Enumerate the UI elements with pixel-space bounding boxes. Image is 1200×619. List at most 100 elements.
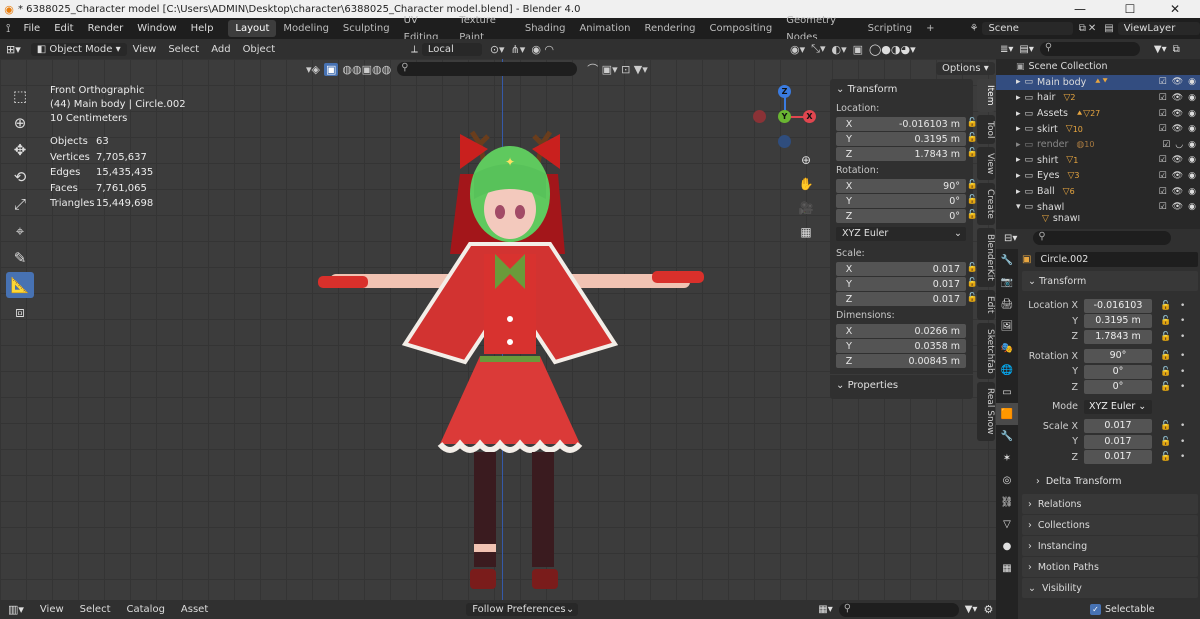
mode-selector-icon[interactable]: ◧ Object Mode ▾ bbox=[30, 42, 127, 56]
render-icon[interactable]: ◉ bbox=[1188, 109, 1196, 119]
eye-icon[interactable]: 👁 bbox=[1172, 187, 1183, 197]
view-layer-icon[interactable]: ▤ bbox=[1104, 23, 1113, 34]
pivot-icon[interactable]: ⊙▾ bbox=[490, 43, 505, 56]
tab-layout[interactable]: Layout bbox=[228, 20, 277, 37]
keyframe-dot-icon[interactable]: • bbox=[1180, 301, 1185, 311]
overlay-toggle-icon[interactable]: ◐▾ bbox=[831, 43, 846, 56]
render-icon[interactable]: ◉ bbox=[1188, 140, 1196, 150]
bottom-menu-asset[interactable]: Asset bbox=[173, 604, 216, 615]
rotate-icon[interactable]: ⟲ bbox=[6, 164, 34, 190]
expand-arrow-icon[interactable]: ▸ bbox=[1016, 109, 1021, 119]
location-x-field[interactable]: X -0.016103 m 🔓 bbox=[836, 117, 978, 131]
render-icon[interactable]: ◉ bbox=[1188, 93, 1196, 103]
editor-type-icon[interactable]: ⊞▾ bbox=[0, 43, 27, 56]
menu-edit[interactable]: Edit bbox=[47, 18, 80, 39]
menu-help[interactable]: Help bbox=[184, 18, 221, 39]
tab-sketchfab[interactable]: Sketchfab bbox=[977, 322, 995, 380]
checkbox-icon[interactable]: ☑ bbox=[1159, 187, 1167, 197]
keyframe-dot-icon[interactable]: • bbox=[1180, 452, 1185, 462]
menu-object[interactable]: Object bbox=[237, 44, 282, 55]
filter-icons[interactable]: ◍◍▣◍◍ bbox=[342, 63, 391, 76]
outliner-item-render[interactable]: ▸ ▭ render ◍ 10 ☑ ◡ ◉ bbox=[996, 137, 1200, 153]
menu-view[interactable]: View bbox=[127, 44, 163, 55]
prop-rotation-y[interactable]: Y 0° 🔓 • bbox=[1020, 364, 1200, 380]
expand-arrow-icon[interactable]: ▸ bbox=[1016, 124, 1021, 134]
tab-rendering[interactable]: Rendering bbox=[637, 20, 702, 37]
location-y-field[interactable]: Y 0.3195 m 🔓 bbox=[836, 132, 978, 146]
render-icon[interactable]: ◉ bbox=[1188, 202, 1196, 212]
outliner-item-shawl[interactable]: ▾ ▭ shawl ☑ 👁 ◉ bbox=[996, 199, 1200, 215]
filter-object-types-icon[interactable]: ▾◈ bbox=[306, 63, 320, 76]
mode-selector[interactable]: Object Mode bbox=[49, 44, 112, 55]
render-icon[interactable]: ◉ bbox=[1188, 187, 1196, 197]
gizmo-x-icon[interactable]: X bbox=[803, 110, 816, 123]
world-tab-icon[interactable]: 🌐 bbox=[996, 359, 1018, 381]
dimensions-y-field[interactable]: Y 0.0358 m bbox=[836, 339, 966, 353]
relations-section[interactable]: › Relations bbox=[1022, 494, 1198, 514]
location-z-field[interactable]: Z 1.7843 m 🔓 bbox=[836, 147, 978, 161]
keyframe-dot-icon[interactable]: • bbox=[1180, 351, 1185, 361]
outliner-item-skirt[interactable]: ▸ ▭ skirt ▽ 10 ☑ 👁 ◉ bbox=[996, 121, 1200, 137]
properties-search-input[interactable]: ⚲ bbox=[1033, 231, 1172, 245]
data-tab-icon[interactable]: ▽ bbox=[996, 513, 1018, 535]
maximize-button[interactable]: ☐ bbox=[1110, 0, 1150, 18]
view-layer-selector[interactable]: ViewLayer bbox=[1117, 22, 1200, 35]
selectable-row[interactable]: ✓ Selectable bbox=[1020, 599, 1200, 619]
checkbox-icon[interactable]: ☑ bbox=[1159, 93, 1167, 103]
select-box-icon[interactable]: ⬚ bbox=[6, 83, 34, 109]
scene-icon[interactable]: ⚘ bbox=[969, 23, 978, 34]
outliner-item-main-body[interactable]: ▸ ▭ Main body ⯅⯆ ☑ 👁 ◉ bbox=[996, 74, 1200, 91]
prop-location-z[interactable]: Z 1.7843 m 🔓 • bbox=[1020, 329, 1200, 345]
rotation-x-field[interactable]: X 90° 🔓 bbox=[836, 179, 978, 193]
gizmo-y-icon[interactable]: Y bbox=[778, 110, 791, 123]
viewport-search-input[interactable]: ⚲ bbox=[397, 62, 578, 76]
checkbox-icon[interactable]: ☑ bbox=[1159, 77, 1167, 87]
outliner-search-input[interactable]: ⚲ bbox=[1039, 42, 1140, 56]
zoom-icon[interactable]: ⊕ bbox=[795, 149, 817, 171]
properties-editor-icon[interactable]: ⊟▾ bbox=[1004, 233, 1017, 244]
object-name-field[interactable]: Circle.002 bbox=[1035, 251, 1198, 267]
blender-menu-icon[interactable]: ⟟ bbox=[0, 21, 16, 36]
tab-animation[interactable]: Animation bbox=[572, 20, 637, 37]
tab-sculpting[interactable]: Sculpting bbox=[336, 20, 397, 37]
collapse-arrow-icon[interactable]: ▾ bbox=[1016, 202, 1021, 212]
render-icon[interactable]: ◉ bbox=[1188, 124, 1196, 134]
proportional-edit-icon[interactable]: ◉ ◠ bbox=[531, 43, 554, 56]
prop-value[interactable]: -0.016103 bbox=[1084, 298, 1152, 313]
eye-icon[interactable]: 👁 bbox=[1172, 124, 1183, 134]
scene-collection-row[interactable]: ▣ Scene Collection bbox=[996, 59, 1200, 75]
lock-icon[interactable]: 🔓 bbox=[1160, 332, 1171, 342]
particles-tab-icon[interactable]: ✶ bbox=[996, 447, 1018, 469]
visibility-section[interactable]: ⌄ Visibility bbox=[1022, 578, 1198, 598]
new-collection-icon[interactable]: ⧉ bbox=[1173, 44, 1180, 55]
outliner-item-ball[interactable]: ▸ ▭ Ball ▽ 6 ☑ 👁 ◉ bbox=[996, 184, 1200, 200]
expand-arrow-icon[interactable]: ▸ bbox=[1016, 77, 1021, 87]
outliner-item-hair[interactable]: ▸ ▭ hair ▽ 2 ☑ 👁 ◉ bbox=[996, 90, 1200, 106]
menu-window[interactable]: Window bbox=[130, 18, 183, 39]
outliner-editor-icon[interactable]: ≣▾ bbox=[1000, 44, 1013, 55]
tab-compositing[interactable]: Compositing bbox=[703, 20, 780, 37]
settings-gear-icon[interactable]: ⚙ bbox=[983, 603, 993, 616]
add-cube-icon[interactable]: ⧈ bbox=[6, 299, 34, 325]
prop-location-y[interactable]: Y 0.3195 m 🔓 • bbox=[1020, 314, 1200, 330]
material-tab-icon[interactable]: ● bbox=[996, 535, 1018, 557]
render-tab-icon[interactable]: 📷 bbox=[996, 271, 1018, 293]
lock-icon[interactable]: 🔓 bbox=[1160, 316, 1171, 326]
view-layer-tab-icon[interactable]: 🖼 bbox=[996, 315, 1018, 337]
eye-icon[interactable]: 👁 bbox=[1172, 77, 1183, 87]
scene-close-icon[interactable]: ✕ bbox=[1088, 23, 1096, 34]
scene-selector[interactable]: Scene bbox=[982, 22, 1073, 35]
eye-icon[interactable]: 👁 bbox=[1172, 93, 1183, 103]
visibility-icon[interactable]: ◉▾ bbox=[790, 43, 805, 56]
physics-tab-icon[interactable]: ◎ bbox=[996, 469, 1018, 491]
prop-scale-z[interactable]: Z 0.017 🔓 • bbox=[1020, 450, 1200, 466]
keyframe-dot-icon[interactable]: • bbox=[1180, 382, 1185, 392]
pan-hand-icon[interactable]: ✋ bbox=[795, 173, 817, 195]
transform-orientation-icon[interactable]: ⟂ bbox=[411, 44, 418, 55]
xray-icon[interactable]: ▣ bbox=[853, 43, 863, 56]
keyframe-dot-icon[interactable]: • bbox=[1180, 316, 1185, 326]
gizmo-neg-z-icon[interactable] bbox=[778, 135, 791, 148]
collections-section[interactable]: › Collections bbox=[1022, 515, 1198, 535]
outliner-item-shirt[interactable]: ▸ ▭ shirt ▽ 1 ☑ 👁 ◉ bbox=[996, 153, 1200, 169]
eye-icon[interactable]: 👁 bbox=[1172, 155, 1183, 165]
